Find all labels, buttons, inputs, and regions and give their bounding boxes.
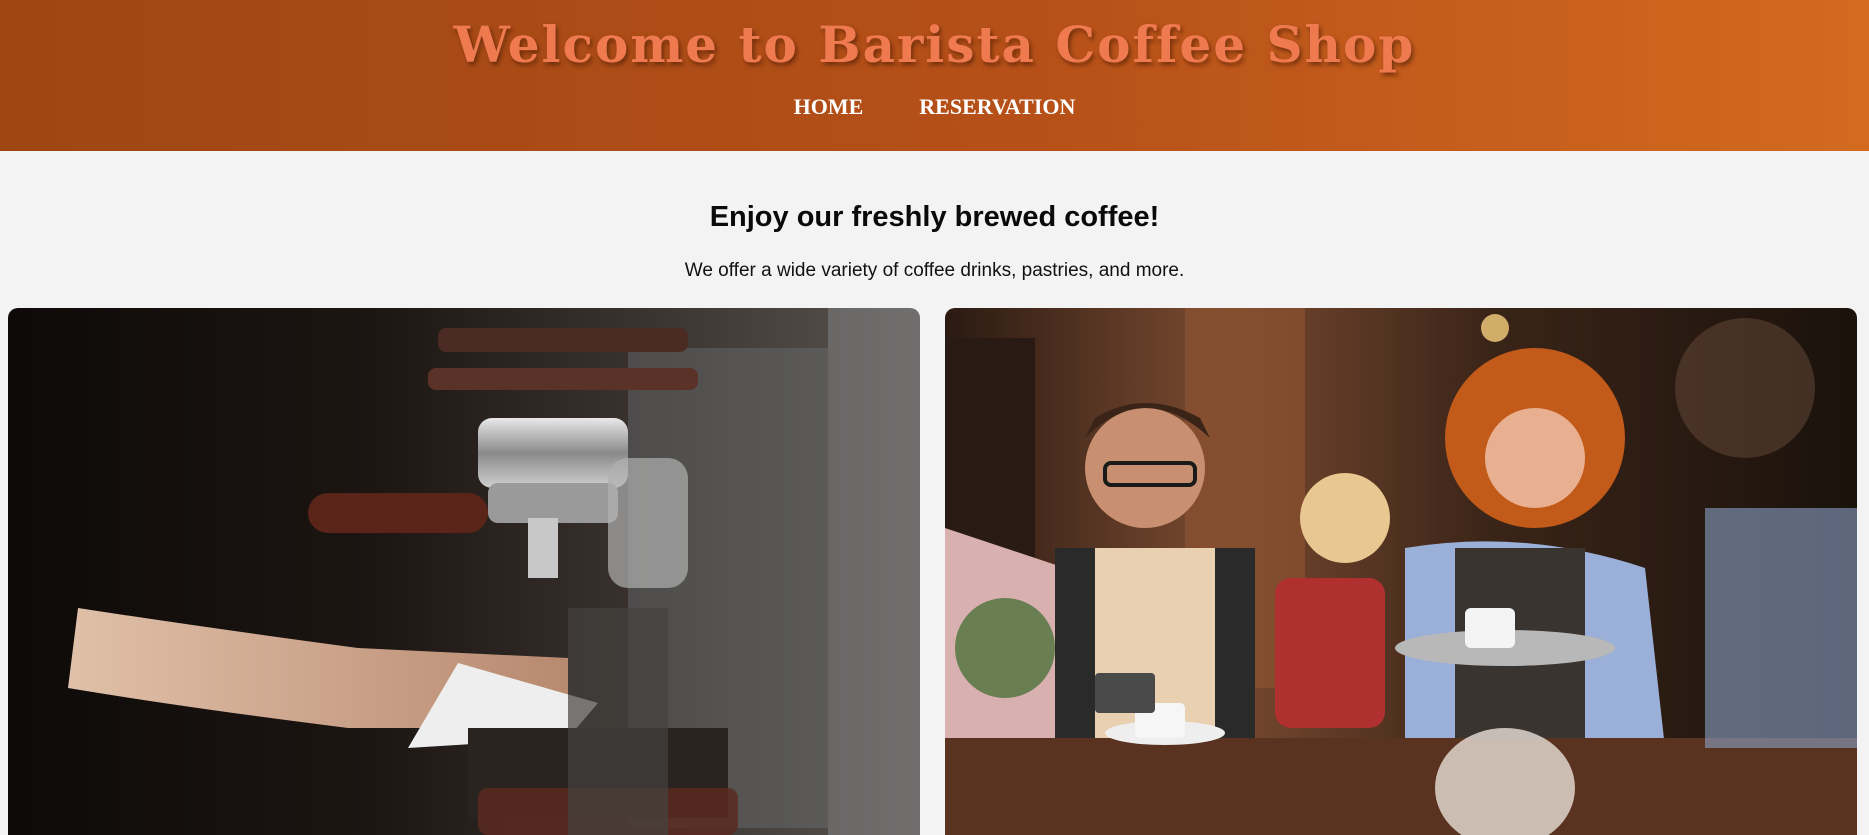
intro-text: We offer a wide variety of coffee drinks… <box>684 260 1185 281</box>
espresso-machine-image <box>8 308 920 835</box>
site-header: Welcome to Barista Coffee Shop HOME RESE… <box>0 0 1869 151</box>
intro-section: Enjoy our freshly brewed coffee! We offe… <box>0 151 1869 282</box>
cafe-scene-image <box>945 308 1857 835</box>
photo-gallery <box>8 308 1857 835</box>
site-title: Welcome to Barista Coffee Shop <box>453 15 1416 74</box>
nav-home-link[interactable]: HOME <box>794 94 864 120</box>
intro-heading: Enjoy our freshly brewed coffee! <box>709 201 1160 233</box>
cafe-scene-photo <box>945 308 1857 835</box>
nav-reservation-link[interactable]: RESERVATION <box>919 94 1075 120</box>
main-nav: HOME RESERVATION <box>0 94 1869 120</box>
espresso-machine-photo <box>8 308 920 835</box>
